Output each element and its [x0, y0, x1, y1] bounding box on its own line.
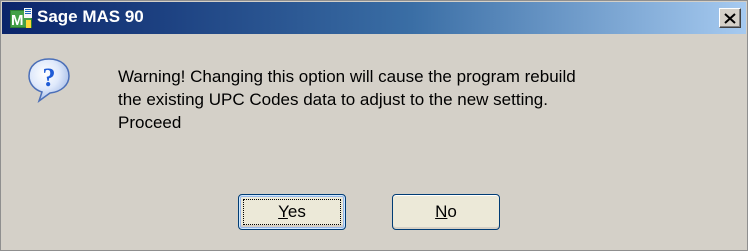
window-title: Sage MAS 90: [37, 7, 144, 26]
close-icon: [724, 12, 736, 24]
yes-mnemonic: Y: [278, 202, 288, 221]
question-icon: ?: [28, 58, 70, 103]
yes-button[interactable]: Yes: [238, 194, 346, 230]
dialog-message: Warning! Changing this option will cause…: [118, 65, 718, 134]
message-line: the existing UPC Codes data to adjust to…: [118, 90, 548, 109]
sage-mas90-app-icon: M: [10, 8, 32, 29]
svg-text:?: ?: [43, 63, 56, 92]
no-mnemonic: N: [435, 202, 448, 221]
yes-label-rest: es: [287, 202, 306, 221]
title-bar[interactable]: M Sage MAS 90: [2, 2, 746, 34]
no-button[interactable]: No: [392, 194, 500, 230]
no-button-label: No: [435, 202, 457, 222]
close-button[interactable]: [719, 8, 741, 28]
message-line: Warning! Changing this option will cause…: [118, 67, 576, 86]
dialog-window: M Sage MAS 90 ? Warning! Changing this o…: [0, 0, 748, 251]
no-label-rest: o: [447, 202, 457, 221]
yes-button-label: Yes: [278, 202, 306, 222]
svg-text:M: M: [11, 12, 24, 29]
message-line: Proceed: [118, 113, 182, 132]
